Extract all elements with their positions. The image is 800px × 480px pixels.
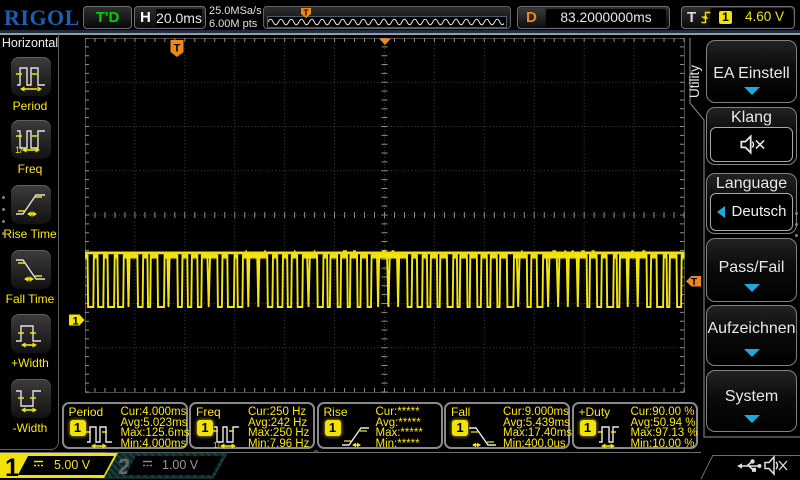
svg-text:1.00 V: 1.00 V <box>162 458 199 472</box>
svg-text:1/: 1/ <box>213 441 220 450</box>
svg-text:1: 1 <box>72 316 78 328</box>
svg-text:5.00 V: 5.00 V <box>54 458 91 472</box>
svg-text:2: 2 <box>118 454 130 479</box>
svg-text:Utility: Utility <box>687 65 702 98</box>
svg-text:T: T <box>174 43 181 55</box>
svg-text:1: 1 <box>5 454 19 480</box>
